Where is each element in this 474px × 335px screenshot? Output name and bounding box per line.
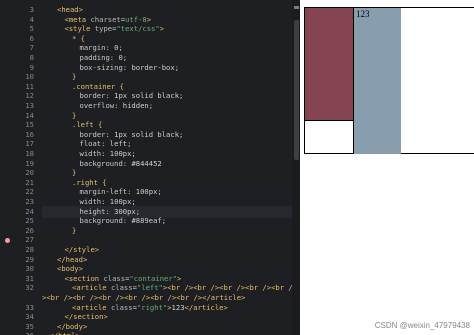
scroll-thumb[interactable]	[294, 20, 299, 160]
code-line[interactable]: background: #844452	[80, 158, 162, 170]
code-token: <br />	[46, 293, 73, 302]
code-token: }	[72, 225, 77, 235]
editor-scrollbar[interactable]	[292, 0, 300, 335]
code-token: #844452	[131, 158, 162, 168]
code-line[interactable]: box-sizing: border-box;	[80, 62, 180, 74]
code-token: >	[159, 24, 165, 34]
scroll-marker	[294, 6, 299, 9]
code-token: overflow:	[79, 101, 123, 110]
left-article-box	[305, 8, 353, 121]
code-token: border-box;	[131, 62, 180, 72]
code-token: <br />	[245, 283, 272, 293]
right-article-text: 123	[356, 9, 370, 19]
code-token: 100px;	[135, 187, 162, 197]
code-line[interactable]: }	[72, 225, 76, 237]
code-line[interactable]: background: #889eaf;	[80, 215, 167, 227]
code-token: </article>	[184, 302, 228, 312]
code-token: "right"	[136, 302, 168, 312]
code-area[interactable]: <head> <meta charset=utf-8> <style type="t…	[42, 0, 292, 335]
code-token: </html>	[50, 331, 80, 335]
right-article-box: 123	[353, 8, 401, 154]
container-section: 123	[304, 7, 474, 154]
code-token: type	[94, 24, 113, 34]
code-token: box-sizing:	[79, 62, 132, 72]
line-number: 36	[0, 330, 34, 335]
code-token: "text/css"	[116, 24, 160, 34]
code-token: <br /	[271, 283, 292, 293]
csdn-watermark: CSDN @weixin_47979438	[374, 321, 470, 330]
code-token: 123	[171, 302, 185, 312]
code-token: hidden;	[122, 101, 154, 110]
code-editor[interactable]: 3 4 5 6 7 8 9 10 11 12 13 14 15 16 17 18 19 20 21 22 23 24 25 2…	[0, 0, 300, 335]
code-token: #889eaf;	[131, 216, 167, 226]
code-token: background:	[79, 216, 132, 226]
browser-preview: 123 CSDN @weixin_47979438	[300, 0, 474, 335]
code-token: background:	[79, 158, 132, 168]
code-token: class	[110, 302, 133, 312]
line-number-gutter: 3 4 5 6 7 8 9 10 11 12 13 14 15 16 17 18 19 20 21 22 23 24 25 2…	[0, 0, 42, 335]
breakpoint-marker-icon[interactable]	[5, 237, 10, 243]
code-line[interactable]: </html>	[50, 330, 80, 335]
code-line[interactable]: overflow: hidden;	[80, 100, 154, 112]
